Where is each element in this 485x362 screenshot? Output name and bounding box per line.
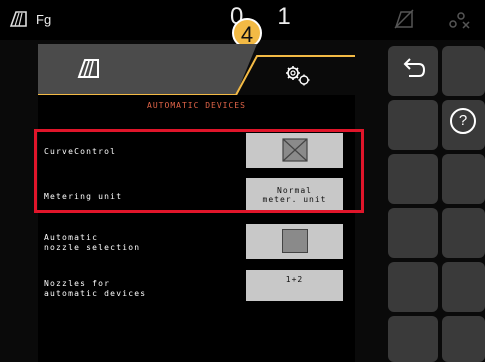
help-button[interactable]: ?: [442, 100, 485, 150]
side-button-4[interactable]: [442, 154, 485, 204]
side-button-7[interactable]: [388, 262, 438, 312]
auto-nozzle-checkbox[interactable]: [246, 224, 343, 259]
tab-sprayer-icon[interactable]: [75, 57, 101, 79]
settings-gears-icon[interactable]: [282, 63, 312, 87]
side-button-5[interactable]: [388, 208, 438, 258]
section-title: AUTOMATIC DEVICES: [147, 101, 246, 110]
side-button-9[interactable]: [388, 316, 438, 362]
highlight-frame: [34, 129, 364, 213]
side-button-10[interactable]: [442, 316, 485, 362]
back-arrow-icon: [403, 58, 426, 77]
field-sprayer-icon: [9, 11, 27, 27]
checkbox-unchecked: [282, 229, 308, 253]
nozzles-auto-select[interactable]: 1+2: [246, 270, 343, 301]
side-button-6[interactable]: [442, 208, 485, 258]
back-button[interactable]: [388, 46, 438, 96]
auto-nozzle-label: Automatic nozzle selection: [44, 233, 141, 252]
app-label: Fg: [36, 12, 52, 27]
side-button-8[interactable]: [442, 262, 485, 312]
gps-off-icon: [449, 12, 470, 29]
help-icon: ?: [450, 108, 476, 134]
side-button-3[interactable]: [388, 154, 438, 204]
side-button-1[interactable]: [442, 46, 485, 96]
nozzles-auto-label: Nozzles for automatic devices: [44, 279, 147, 298]
sprayer-status-icon: [394, 9, 414, 29]
side-button-2[interactable]: [388, 100, 438, 150]
